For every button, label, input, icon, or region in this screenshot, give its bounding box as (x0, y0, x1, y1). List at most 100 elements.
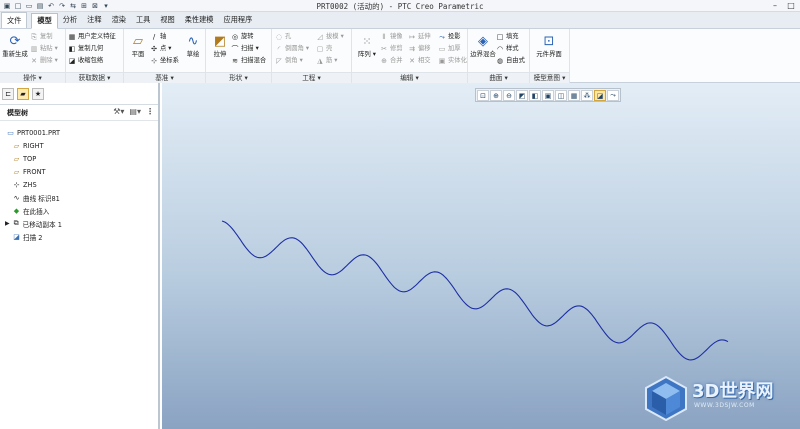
rib-button[interactable]: ◮ 筋 ▾ (316, 56, 337, 66)
tree-node-curve[interactable]: ∿ 曲线 标识81 (0, 191, 158, 204)
expand-arrow-icon[interactable]: ▶ (5, 220, 10, 227)
mirror-button[interactable]: ⫴ 镜像 (380, 32, 403, 42)
fill-button[interactable]: □ 填充 (496, 32, 519, 42)
delete-icon: ✕ (31, 57, 37, 65)
project-button[interactable]: ⤳ 投影 (438, 32, 460, 42)
chamfer-button[interactable]: ◸ 倒角 ▾ (275, 56, 302, 66)
trim-icon: ✂ (381, 45, 387, 53)
group-label-surfaces[interactable]: 曲面 ▾ (468, 72, 529, 83)
tab-file[interactable]: 文件 (1, 12, 28, 28)
swept-blend-icon: ≋ (232, 57, 238, 65)
copy-geometry-button[interactable]: ◧ 复制几何 (68, 44, 104, 54)
sketch-button[interactable]: ∿ 草绘 (180, 33, 206, 58)
tab-annotate[interactable]: 注释 (82, 12, 106, 28)
paste-button[interactable]: ▥ 粘贴 ▾ (30, 44, 58, 54)
tab-analysis[interactable]: 分析 (58, 12, 82, 28)
show-icon[interactable]: ▤▾ (129, 107, 141, 116)
copy-button[interactable]: ⎘ 复制 (30, 32, 52, 42)
curve-icon: ∿ (13, 193, 20, 202)
hole-label: 孔 (285, 33, 292, 40)
group-label-operations[interactable]: 操作 ▾ (0, 72, 65, 83)
maximize-icon[interactable]: □ (784, 0, 798, 11)
tree-node-right[interactable]: ▱ RIGHT (0, 139, 158, 152)
draft-button[interactable]: ◿ 拔模 ▾ (316, 32, 343, 42)
tab-flexible-modeling[interactable]: 柔性建模 (180, 12, 219, 28)
swept-blend-button[interactable]: ≋ 扫描混合 (231, 56, 266, 66)
point-button[interactable]: ✣ 点 ▾ (150, 44, 171, 54)
group-label-shapes[interactable]: 形状 ▾ (206, 72, 271, 83)
boundary-blend-label: 边界混合 (470, 50, 496, 58)
boundary-blend-button[interactable]: ◈ 边界混合 (470, 33, 496, 58)
tree-node-label: PRT0001.PRT (17, 128, 61, 137)
tree-node-sweep[interactable]: ◪ 扫描 2 (0, 230, 158, 243)
tree-node-label: 在此插入 (23, 207, 50, 216)
group-label-engineering[interactable]: 工程 ▾ (272, 72, 351, 83)
merge-icon: ⊕ (381, 57, 387, 65)
thicken-button[interactable]: ▭ 加厚 (438, 44, 461, 54)
pattern-button[interactable]: ⁙ 阵列 ▾ (354, 33, 380, 58)
model-tree-tab-icon[interactable]: ⊏ (2, 87, 14, 100)
freestyle-button[interactable]: ◍ 自由式 (496, 56, 525, 66)
tree-node-csys[interactable]: ⊹ ZHS (0, 178, 158, 191)
axis-icon: / (152, 33, 156, 41)
csys-button[interactable]: ⊹ 坐标系 (150, 56, 179, 66)
udf-button[interactable]: ▦ 用户定义特征 (68, 32, 116, 42)
paste-icon: ▥ (30, 45, 38, 53)
merge-button[interactable]: ⊕ 合并 (380, 56, 403, 66)
hole-button[interactable]: ◌ 孔 (275, 32, 291, 42)
group-operations: ⟳ 重新生成 ⎘ 复制 ▥ 粘贴 ▾ ✕ 删除 ▾ 操作 ▾ (0, 29, 66, 83)
sweep-icon: ⌒ (231, 45, 239, 53)
group-label-datum[interactable]: 基准 ▾ (124, 72, 205, 83)
offset-button[interactable]: ⇉ 偏移 (408, 44, 431, 54)
minimize-icon[interactable]: – (768, 0, 782, 11)
tree-node-insert-here[interactable]: ◆ 在此插入 (0, 204, 158, 217)
group-surfaces: ◈ 边界混合 □ 填充 ◠ 样式 ◍ 自由式 曲面 ▾ (468, 29, 530, 83)
offset-label: 偏移 (418, 45, 431, 52)
tree-node-top[interactable]: ▱ TOP (0, 152, 158, 165)
style-button[interactable]: ◠ 样式 (496, 44, 519, 54)
group-label-get-data[interactable]: 获取数据 ▾ (66, 72, 123, 83)
graphics-window[interactable]: ⊡ ⊕ ⊖ ◩ ◧ ▣ ◫ ▦ ⁂ ◪ ⤳ 3D世界网 WWW.3DSJW.CO… (162, 83, 800, 429)
sweep-button[interactable]: ⌒ 扫描 ▾ (231, 44, 259, 54)
extrude-icon: ◩ (213, 34, 227, 49)
tab-applications[interactable]: 应用程序 (219, 12, 258, 28)
copy-icon: ⎘ (31, 33, 37, 41)
axis-button[interactable]: / 轴 (150, 32, 166, 42)
tab-render[interactable]: 渲染 (107, 12, 131, 28)
sketch-label: 草绘 (186, 50, 200, 58)
insert-here-icon: ◆ (13, 206, 20, 215)
shell-button[interactable]: ▢ 壳 (316, 44, 333, 54)
filter-icon[interactable]: ⋮ (146, 107, 154, 116)
extend-button[interactable]: ↦ 延伸 (408, 32, 431, 42)
trim-button[interactable]: ✂ 修剪 (380, 44, 403, 54)
tab-model[interactable]: 模型 (31, 13, 58, 29)
delete-button[interactable]: ✕ 删除 ▾ (30, 56, 58, 66)
tree-node-front[interactable]: ▱ FRONT (0, 165, 158, 178)
intersect-button[interactable]: ✕ 相交 (408, 56, 431, 66)
tree-node-part[interactable]: ▭ PRT0001.PRT (0, 126, 158, 139)
group-get-data: ▦ 用户定义特征 ◧ 复制几何 ◪ 收缩包络 获取数据 ▾ (66, 29, 124, 83)
group-label-model-intent[interactable]: 模型意图 ▾ (530, 72, 569, 83)
csys-label: 坐标系 (160, 57, 179, 64)
component-interface-button[interactable]: ⊡ 元件界面 (536, 33, 562, 58)
favorites-tab-icon[interactable]: ★ (32, 87, 44, 100)
model-tree: ▭ PRT0001.PRT ▱ RIGHT ▱ TOP ▱ FRONT ⊹ ZHS ∿ 曲线… (0, 121, 158, 243)
regenerate-button[interactable]: ⟳ 重新生成 (2, 33, 28, 58)
group-label-edit[interactable]: 编辑 ▾ (352, 72, 467, 83)
solidify-button[interactable]: ▣ 实体化 (438, 56, 467, 66)
folder-browser-tab-icon[interactable]: ▰ (17, 87, 29, 100)
extrude-button[interactable]: ◩ 拉伸 (207, 33, 233, 58)
udf-label: 用户定义特征 (78, 33, 116, 40)
csys-icon: ⊹ (13, 180, 20, 189)
curve-path[interactable] (221, 220, 729, 361)
settings-icon[interactable]: ⚒▾ (113, 107, 124, 116)
shrinkwrap-button[interactable]: ◪ 收缩包络 (68, 56, 104, 66)
plane-button[interactable]: ▱ 平面 (125, 33, 151, 58)
tree-node-moved-copy[interactable]: ▶ ⧉ 已移动副本 1 (0, 217, 158, 230)
round-button[interactable]: ◜ 倒圆角 ▾ (275, 44, 309, 54)
tree-node-label: 已移动副本 1 (22, 220, 62, 229)
tab-view[interactable]: 视图 (155, 12, 179, 28)
swept-blend-label: 扫描混合 (241, 57, 267, 64)
tab-tools[interactable]: 工具 (131, 12, 155, 28)
revolve-button[interactable]: ◎ 旋转 (231, 32, 254, 42)
